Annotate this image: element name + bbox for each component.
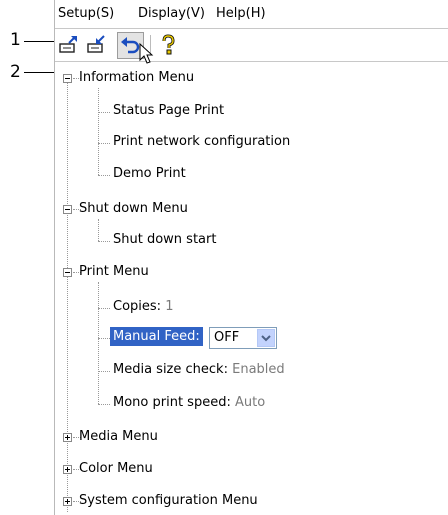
tree-connector: [98, 371, 110, 372]
tree-connector: [98, 112, 110, 113]
tree-connector: [98, 175, 110, 176]
menu-help[interactable]: Help(H): [216, 6, 266, 21]
media-size-check-value: Enabled: [232, 362, 285, 377]
copies-label: Copies:: [113, 299, 162, 314]
mono-print-speed-value: Auto: [234, 395, 266, 410]
dropdown-button[interactable]: [257, 329, 275, 347]
tree-branch-line: [98, 88, 99, 175]
collapse-information-menu-icon[interactable]: [63, 74, 72, 83]
collapse-shutdown-menu-icon[interactable]: [63, 205, 72, 214]
information-menu-node[interactable]: Information Menu: [79, 70, 194, 85]
upload-settings-button[interactable]: [57, 33, 81, 57]
tree-connector: [98, 143, 110, 144]
shutdown-menu-node[interactable]: Shut down Menu: [79, 201, 188, 216]
toolbar: [55, 29, 448, 64]
tree-connector: [98, 308, 110, 309]
menu-display[interactable]: Display(V): [138, 6, 205, 21]
callout-2: 2: [10, 62, 21, 82]
copies-setting[interactable]: Copies: 1: [113, 299, 173, 314]
print-menu-node[interactable]: Print Menu: [79, 264, 149, 279]
print-network-configuration-item[interactable]: Print network configuration: [113, 134, 290, 149]
collapse-print-menu-icon[interactable]: [63, 268, 72, 277]
app-window: Setup(S) Display(V) Help(H) Information …: [54, 0, 448, 515]
tree-root-line: [67, 80, 68, 512]
menu-setup[interactable]: Setup(S): [58, 6, 114, 21]
mono-print-speed-label: Mono print speed:: [113, 395, 231, 410]
help-button[interactable]: [156, 33, 180, 57]
help-icon: [162, 34, 175, 55]
system-configuration-menu-node[interactable]: System configuration Menu: [79, 493, 258, 508]
chevron-down-icon: [261, 335, 271, 342]
media-menu-node[interactable]: Media Menu: [79, 429, 158, 444]
upload-settings-icon: [59, 36, 77, 53]
manual-feed-value: OFF: [214, 330, 240, 345]
tree-connector: [98, 404, 110, 405]
mono-print-speed-setting[interactable]: Mono print speed: Auto: [113, 395, 265, 410]
expand-media-menu-icon[interactable]: [63, 433, 72, 442]
settings-tree: Information Menu Status Page Print Print…: [55, 62, 448, 515]
status-page-print-item[interactable]: Status Page Print: [113, 103, 224, 118]
demo-print-item[interactable]: Demo Print: [113, 166, 186, 181]
tree-branch-line: [98, 282, 99, 404]
copies-value: 1: [165, 299, 174, 314]
callout-1: 1: [10, 30, 21, 50]
media-size-check-label: Media size check:: [113, 362, 228, 377]
manual-feed-select[interactable]: OFF: [209, 327, 277, 349]
download-settings-button[interactable]: [85, 33, 109, 57]
shutdown-start-item[interactable]: Shut down start: [113, 232, 216, 247]
expand-system-configuration-menu-icon[interactable]: [63, 497, 72, 506]
expand-color-menu-icon[interactable]: [63, 465, 72, 474]
tree-connector: [98, 241, 110, 242]
tree-connector: [98, 338, 110, 339]
media-size-check-setting[interactable]: Media size check: Enabled: [113, 362, 285, 377]
color-menu-node[interactable]: Color Menu: [79, 461, 153, 476]
download-settings-icon: [87, 35, 105, 53]
tree-branch-line: [98, 219, 99, 241]
manual-feed-label[interactable]: Manual Feed:: [110, 327, 203, 346]
menu-bar: Setup(S) Display(V) Help(H): [55, 0, 448, 29]
